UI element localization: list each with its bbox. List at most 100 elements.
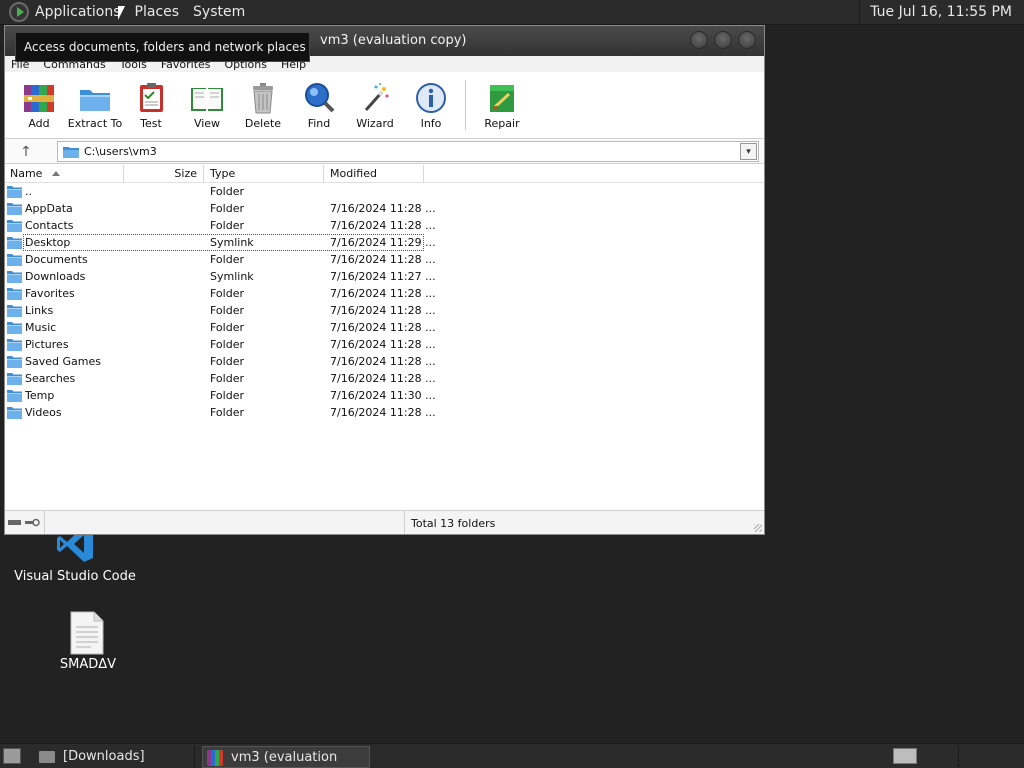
top-panel: Applications Places System Tue Jul 16, 1…: [0, 0, 1024, 25]
menu-places[interactable]: Places: [135, 4, 180, 20]
folder-icon: [7, 305, 22, 317]
test-button[interactable]: Test: [123, 76, 179, 130]
column-headers: Name Size Type Modified: [5, 165, 764, 183]
file-name: Documents: [25, 253, 88, 266]
file-row[interactable]: Contacts Folder 7/16/2024 11:28 ...: [5, 217, 436, 234]
file-row[interactable]: Links Folder 7/16/2024 11:28 ...: [5, 302, 436, 319]
find-button[interactable]: Find: [291, 76, 347, 130]
bottom-taskbar: [Downloads] vm3 (evaluation copy): [0, 743, 1024, 768]
toolbar-label: Add: [28, 117, 50, 130]
drive-key-icon: [8, 518, 40, 527]
status-drive-indicator[interactable]: [5, 511, 45, 534]
file-row[interactable]: Searches Folder 7/16/2024 11:28 ...: [5, 370, 436, 387]
file-modified: 7/16/2024 11:28 ...: [330, 338, 436, 351]
file-row[interactable]: Videos Folder 7/16/2024 11:28 ...: [5, 404, 436, 421]
magnifier-icon: [305, 83, 335, 113]
file-row[interactable]: AppData Folder 7/16/2024 11:28 ...: [5, 200, 436, 217]
file-modified: 7/16/2024 11:29 ...: [330, 236, 436, 249]
view-button[interactable]: View: [179, 76, 235, 130]
books-archive-icon: [24, 85, 54, 112]
desktop-icon-label: SMADΔV: [59, 657, 117, 672]
file-modified: 7/16/2024 11:28 ...: [330, 202, 436, 215]
trash-icon: [253, 83, 273, 114]
extract-to-button[interactable]: Extract To: [67, 76, 123, 130]
folder-icon: [7, 186, 22, 198]
distro-logo-icon[interactable]: [9, 2, 29, 22]
column-header-label: Name: [10, 167, 43, 180]
file-type: Symlink: [210, 236, 254, 249]
column-header-size[interactable]: Size: [124, 165, 204, 183]
file-type: Folder: [210, 355, 244, 368]
folder-icon: [7, 322, 22, 334]
folder-icon: [7, 203, 22, 215]
file-row[interactable]: Favorites Folder 7/16/2024 11:28 ...: [5, 285, 436, 302]
toolbar-separator: [465, 80, 466, 130]
folder-icon: [39, 751, 55, 763]
folder-icon: [7, 373, 22, 385]
toolbar-label: Delete: [244, 117, 282, 130]
file-row[interactable]: .. Folder: [5, 183, 425, 200]
column-header-label: Type: [210, 167, 236, 180]
clock[interactable]: Tue Jul 16, 11:55 PM: [859, 0, 1024, 25]
file-name: AppData: [25, 202, 73, 215]
file-row[interactable]: Temp Folder 7/16/2024 11:30 ...: [5, 387, 436, 404]
file-type: Folder: [210, 304, 244, 317]
delete-button[interactable]: Delete: [235, 76, 291, 130]
info-button[interactable]: Info: [403, 76, 459, 130]
address-path: C:\users\vm3: [84, 145, 157, 158]
file-type: Folder: [210, 219, 244, 232]
wizard-button[interactable]: Wizard: [347, 76, 403, 130]
file-name: Temp: [25, 389, 55, 402]
menu-applications[interactable]: Applications: [35, 4, 121, 20]
file-modified: 7/16/2024 11:28 ...: [330, 355, 436, 368]
address-field[interactable]: C:\users\vm3 ▾: [57, 141, 759, 162]
file-name: Videos: [25, 406, 62, 419]
winrar-icon: [207, 750, 223, 766]
taskbar-item-label: vm3 (evaluation copy): [231, 750, 338, 765]
status-bar: Total 13 folders: [5, 510, 764, 534]
show-desktop-icon[interactable]: [3, 748, 21, 764]
taskbar-item-winrar[interactable]: vm3 (evaluation copy): [202, 746, 370, 768]
file-row[interactable]: Music Folder 7/16/2024 11:28 ...: [5, 319, 436, 336]
file-type: Folder: [210, 253, 244, 266]
maximize-button[interactable]: [714, 31, 732, 49]
column-header-type[interactable]: Type: [204, 165, 324, 183]
column-header-modified[interactable]: Modified: [324, 165, 424, 183]
file-type: Folder: [210, 321, 244, 334]
file-row[interactable]: Documents Folder 7/16/2024 11:28 ...: [5, 251, 436, 268]
file-list: .. Folder AppData Folder 7/16/2024 11:28 ...…: [5, 183, 764, 510]
toolbar-label: Repair: [484, 117, 520, 130]
workspace-switcher[interactable]: [893, 748, 917, 764]
up-arrow-icon[interactable]: ↑: [17, 143, 35, 161]
taskbar-item-downloads[interactable]: [Downloads]: [33, 746, 195, 768]
file-modified: 7/16/2024 11:28 ...: [330, 253, 436, 266]
file-row[interactable]: Desktop Symlink 7/16/2024 11:29 ...: [7, 234, 436, 251]
file-type: Folder: [210, 338, 244, 351]
minimize-button[interactable]: [690, 31, 708, 49]
folder-icon: [7, 271, 22, 283]
toolbar-label: Info: [420, 117, 442, 130]
toolbar-label: Test: [140, 117, 162, 130]
file-type: Folder: [210, 287, 244, 300]
resize-grip-icon[interactable]: [754, 524, 762, 532]
add-button[interactable]: Add: [11, 76, 67, 130]
file-modified: 7/16/2024 11:28 ...: [330, 219, 436, 232]
folder-icon: [7, 220, 22, 232]
file-row[interactable]: Saved Games Folder 7/16/2024 11:28 ...: [5, 353, 436, 370]
folder-extract-icon: [80, 90, 110, 111]
file-name: ..: [25, 185, 32, 198]
repair-button[interactable]: Repair: [474, 76, 530, 130]
toolbar-label: Find: [307, 117, 331, 130]
open-book-icon: [191, 88, 223, 111]
file-row[interactable]: Pictures Folder 7/16/2024 11:28 ...: [5, 336, 436, 353]
file-modified: 7/16/2024 11:28 ...: [330, 372, 436, 385]
chevron-down-icon[interactable]: ▾: [740, 143, 757, 160]
column-header-name[interactable]: Name: [5, 165, 124, 183]
close-button[interactable]: [738, 31, 756, 49]
file-modified: 7/16/2024 11:28 ...: [330, 321, 436, 334]
menu-system[interactable]: System: [193, 4, 245, 20]
taskbar-item-label: [Downloads]: [63, 749, 145, 764]
status-selection: [45, 511, 405, 534]
file-row[interactable]: Downloads Symlink 7/16/2024 11:27 ...: [5, 268, 436, 285]
mouse-cursor-icon: [118, 6, 132, 20]
